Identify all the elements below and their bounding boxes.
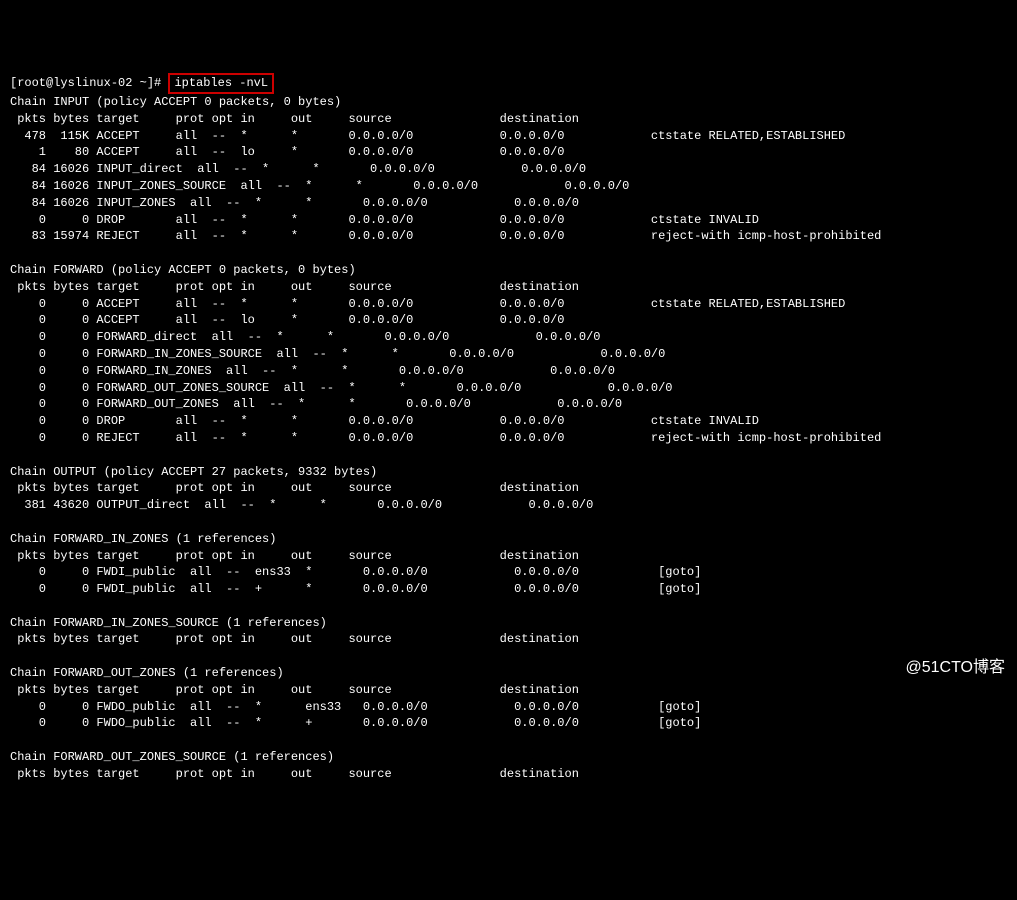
command-highlight: iptables -nvL <box>168 73 274 94</box>
terminal-output[interactable]: [root@lyslinux-02 ~]# iptables -nvL Chai… <box>10 73 1007 782</box>
shell-prompt: [root@lyslinux-02 ~]# <box>10 76 161 90</box>
watermark: @51CTO博客 <box>905 657 1005 679</box>
iptables-output: Chain INPUT (policy ACCEPT 0 packets, 0 … <box>10 95 881 781</box>
